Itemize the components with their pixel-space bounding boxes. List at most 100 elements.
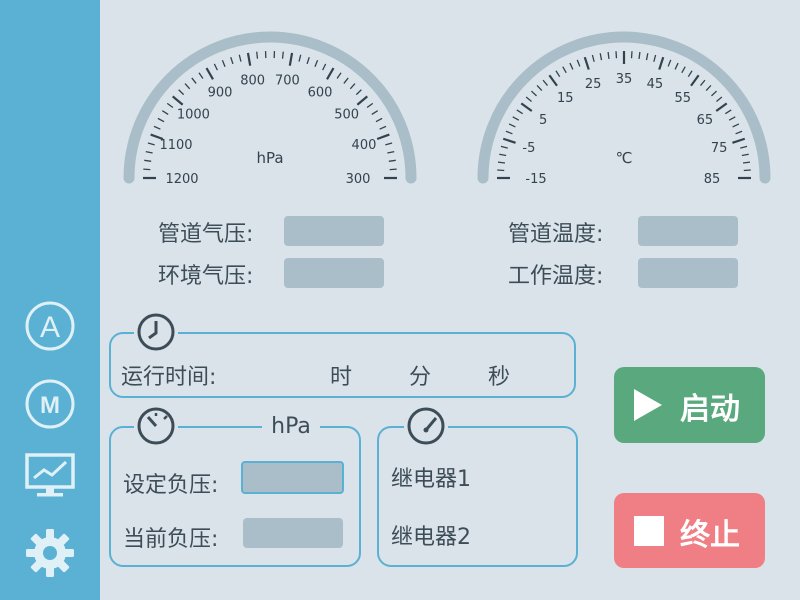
temperature-gauge-minor-tick [645,53,649,61]
gear-icon [26,529,74,577]
pressure-gauge-minor-tick [388,159,396,162]
manual-mode-icon: M [25,379,75,429]
relay2-label: 继电器2 [391,525,471,550]
temperature-gauge-minor-tick [569,62,574,70]
temperature-gauge-major-tick [690,74,700,87]
relay-panel: 继电器1 继电器2 [377,426,578,567]
pressure-gauge-tick-label: 900 [208,85,233,100]
temperature-gauge-tick-label: -5 [522,141,535,156]
env-pressure-label: 环境气压: [158,264,254,289]
temperature-gauge-minor-tick [699,79,706,86]
pressure-gauge-tick-label: 600 [308,85,333,100]
pressure-gauge-minor-tick [147,142,155,146]
temperature-gauge: -15 -5 5 15 25 35 45 55 65 75 85 ℃ [469,20,779,190]
pressure-gauge-major-tick [356,95,368,106]
pressure-gauge-major-tick [246,52,252,66]
temperature-gauge-major-tick [548,74,558,87]
temperature-gauge-minor-tick [591,54,595,62]
temperature-gauge-minor-tick [508,123,516,128]
temperature-gauge-tick-label: 35 [616,72,633,87]
relay1-label: 继电器1 [391,467,471,492]
temperature-gauge-major-tick [658,56,665,70]
pressure-gauge-minor-tick [221,60,226,67]
manual-mode-button[interactable]: M [22,376,78,432]
temperature-gauge-minor-tick [735,130,743,135]
temperature-gauge-major-tick [715,102,728,112]
pressure-gauge-tick-label: 1100 [159,138,192,153]
work-temperature-value [638,258,738,288]
pressure-gauge-minor-tick [371,110,379,115]
stop-button-label: 终止 [680,518,740,553]
chart-monitor-icon [25,453,75,497]
temperature-gauge-minor-tick [516,109,524,115]
dial-gauge-icon [404,405,448,445]
pressure-gauge-minor-tick [306,57,310,65]
temperature-gauge-major-tick [732,137,746,144]
temperature-gauge-minor-tick [497,161,506,164]
temperature-gauge-minor-tick [555,70,561,78]
sidebar: A M [0,0,100,600]
pressure-panel-unit: hPa [262,412,320,442]
start-button[interactable]: 启动 [614,367,765,443]
settings-button[interactable] [22,525,78,581]
temperature-gauge-minor-tick [525,96,532,103]
temperature-gauge-tick-label: 25 [585,77,602,92]
temperature-gauge-tick-label: -15 [525,172,546,187]
temperature-gauge-tick-label: 75 [711,141,728,156]
temperature-gauge-minor-tick [724,109,732,115]
pressure-gauge-unit: hPa [256,149,283,167]
temperature-gauge-minor-tick [687,70,693,78]
temperature-gauge-minor-tick [512,116,520,121]
pressure-gauge-tick-label: 300 [346,172,371,187]
temperature-gauge-minor-tick [674,62,679,70]
current-pressure-label: 当前负压: [123,527,219,552]
current-pressure-value [243,518,343,548]
temperature-gauge-minor-tick [742,161,751,164]
pressure-gauge-minor-tick [145,150,153,154]
set-pressure-input[interactable] [241,461,344,494]
pressure-gauge-minor-tick [198,72,204,79]
runtime-minutes-unit: 分 [409,365,432,390]
temperature-gauge-tick-label: 5 [539,113,547,128]
pressure-gauge: 1200 1100 1000 900 800 700 600 500 400 300 hPa [115,20,425,190]
temperature-gauge-minor-tick [530,90,537,97]
pressure-gauge-icon [134,405,178,445]
pipe-pressure-value [284,216,384,246]
temperature-gauge-minor-tick [505,130,513,135]
pressure-gauge-minor-tick [336,72,342,79]
start-button-label: 启动 [680,392,740,427]
pressure-gauge-tick-label: 700 [275,74,300,89]
temperature-gauge-minor-tick [536,84,543,91]
pressure-gauge-minor-tick [387,150,395,154]
pressure-gauge-minor-tick [322,63,327,71]
temperature-gauge-minor-tick [653,54,657,62]
temperature-gauge-tick-label: 15 [557,91,574,106]
temperature-gauge-minor-tick [638,51,641,60]
pressure-gauge-tick-label: 400 [352,138,377,153]
pressure-gauge-minor-tick [375,117,383,123]
temperature-gauge-minor-tick [562,66,567,74]
temperature-gauge-dial: -15 -5 5 15 25 35 45 55 65 75 85 ℃ [477,31,771,187]
runtime-seconds-unit: 秒 [488,365,511,390]
temperature-gauge-minor-tick [500,145,508,149]
pressure-gauge-minor-tick [355,89,362,96]
auto-mode-button[interactable]: A [22,298,78,354]
pressure-gauge-major-tick [376,133,390,141]
play-icon [634,389,662,421]
temperature-gauge-minor-tick [732,123,740,128]
pressure-gauge-major-tick [288,52,294,66]
pressure-gauge-tick-label: 500 [334,108,359,123]
pressure-gauge-minor-tick [161,110,169,115]
stop-button[interactable]: 终止 [614,493,765,568]
pressure-gauge-minor-tick [191,77,197,84]
runtime-panel: 运行时间: 时 分 秒 [109,332,576,398]
temperature-gauge-minor-tick [711,90,718,97]
temperature-gauge-minor-tick [576,59,581,67]
pressure-gauge-dial: 1200 1100 1000 900 800 700 600500 400 300 hPa [123,31,417,187]
work-temperature-label: 工作温度: [508,264,604,289]
pressure-gauge-minor-tick [153,125,161,130]
temperature-gauge-major-tick [583,56,590,70]
pressure-gauge-tick-label: 1200 [165,172,198,187]
chart-monitor-button[interactable] [22,446,78,502]
pressure-gauge-minor-tick [178,89,185,96]
